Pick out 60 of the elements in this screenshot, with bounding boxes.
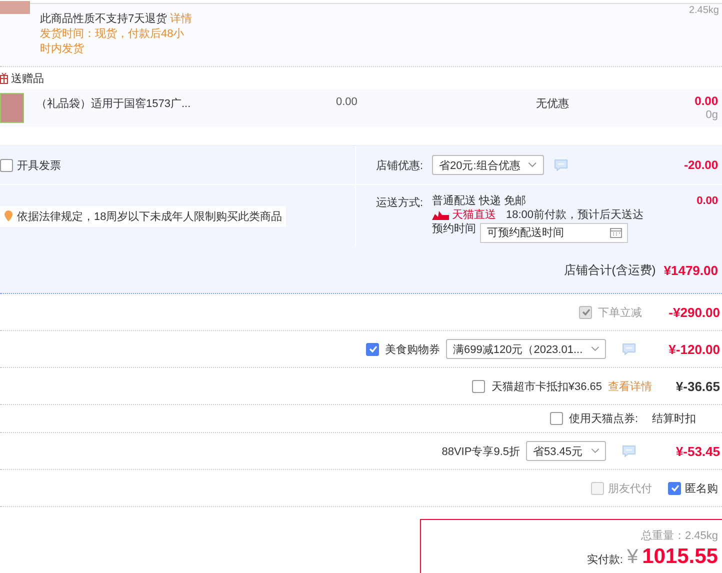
delivery-label: 天猫直送 <box>452 209 496 222</box>
gift-price: 0.00 <box>336 95 358 108</box>
gift-icon <box>0 72 8 84</box>
discount-amount: -¥290.00 <box>668 304 720 320</box>
checkbox[interactable] <box>366 342 379 356</box>
option-label: 匿名购 <box>685 482 718 496</box>
chat-icon <box>622 343 636 355</box>
store-total-label: 店铺合计(含运费) <box>564 262 656 278</box>
discount-label: 美食购物券 <box>385 342 440 356</box>
discount-label: 使用天猫点券: <box>568 412 638 426</box>
section-title: 送赠品 <box>11 72 44 86</box>
discount-amount: ¥-53.45 <box>676 444 720 458</box>
pay-amount: 1015.55 <box>642 545 718 569</box>
discount-label: 天猫超市卡抵扣¥36.65 <box>491 380 602 394</box>
field-label: 店铺优惠: <box>376 158 424 172</box>
chevron-down-icon <box>528 161 537 169</box>
chat-icon <box>554 159 568 171</box>
check-icon <box>368 344 378 354</box>
chevron-down-icon <box>590 447 599 455</box>
checkbox[interactable] <box>668 482 681 494</box>
product-photo-placeholder <box>0 1 30 14</box>
shipping-method: 普通配送 快递 免邮 <box>432 195 528 208</box>
store-total-amount: ¥1479.00 <box>664 262 718 278</box>
gift-subtotal: 0.00 <box>694 94 718 108</box>
gift-name[interactable]: （礼品袋）适用于国窖1573广... <box>36 93 336 111</box>
dropdown[interactable]: 省53.45元 <box>526 441 606 461</box>
calendar-icon <box>610 227 622 238</box>
chat-icon <box>622 445 636 457</box>
shipping-time-text: 发货时间：现货，付款后48小时内发货 <box>40 27 186 57</box>
field-label: 预约时间 <box>432 223 476 236</box>
option-label: 朋友代付 <box>608 482 652 496</box>
gift-weight: 0g <box>704 108 718 122</box>
chevron-down-icon <box>590 345 599 353</box>
field-label: 运送方式: <box>376 196 424 210</box>
check-icon <box>580 307 590 317</box>
item-weight: 2.45kg <box>688 5 719 16</box>
checkbox[interactable] <box>550 412 563 425</box>
discount-label: 88VIP专享9.5折 <box>442 444 520 458</box>
discount-amount: ¥-36.65 <box>676 378 720 394</box>
date-field[interactable]: 可预约配送时间 <box>480 223 628 243</box>
invoice-label: 开具发票 <box>17 158 61 172</box>
location-pin-icon <box>4 210 13 222</box>
discount-label: 下单立减 <box>598 306 642 320</box>
delivery-eta: 18:00前付款，预计后天送达 <box>506 209 644 222</box>
return-policy-text: 此商品性质不支持7天退货 详情 <box>40 12 190 27</box>
shipping-amount: 0.00 <box>696 195 719 207</box>
check-icon <box>670 483 680 493</box>
gift-discount: 无优惠 <box>536 96 570 111</box>
deduction-note: 结算时扣 <box>652 413 696 425</box>
checkbox[interactable] <box>472 380 486 392</box>
total-weight: 总重量：2.45kg <box>640 529 718 543</box>
currency-sign: ¥ <box>626 546 638 569</box>
dropdown[interactable]: 省20元:组合优惠 <box>432 155 544 175</box>
age-notice-text: 依据法律规定，18周岁以下未成年人限制购买此类商品 <box>17 210 282 224</box>
checkbox[interactable] <box>0 158 13 172</box>
pay-label: 实付款: <box>586 552 623 567</box>
discount-amount: ¥-120.00 <box>668 342 720 356</box>
discount-amount: -20.00 <box>684 158 719 172</box>
dropdown[interactable]: 满699减120元（2023.01... <box>446 339 606 359</box>
product-photo-placeholder <box>0 93 24 123</box>
